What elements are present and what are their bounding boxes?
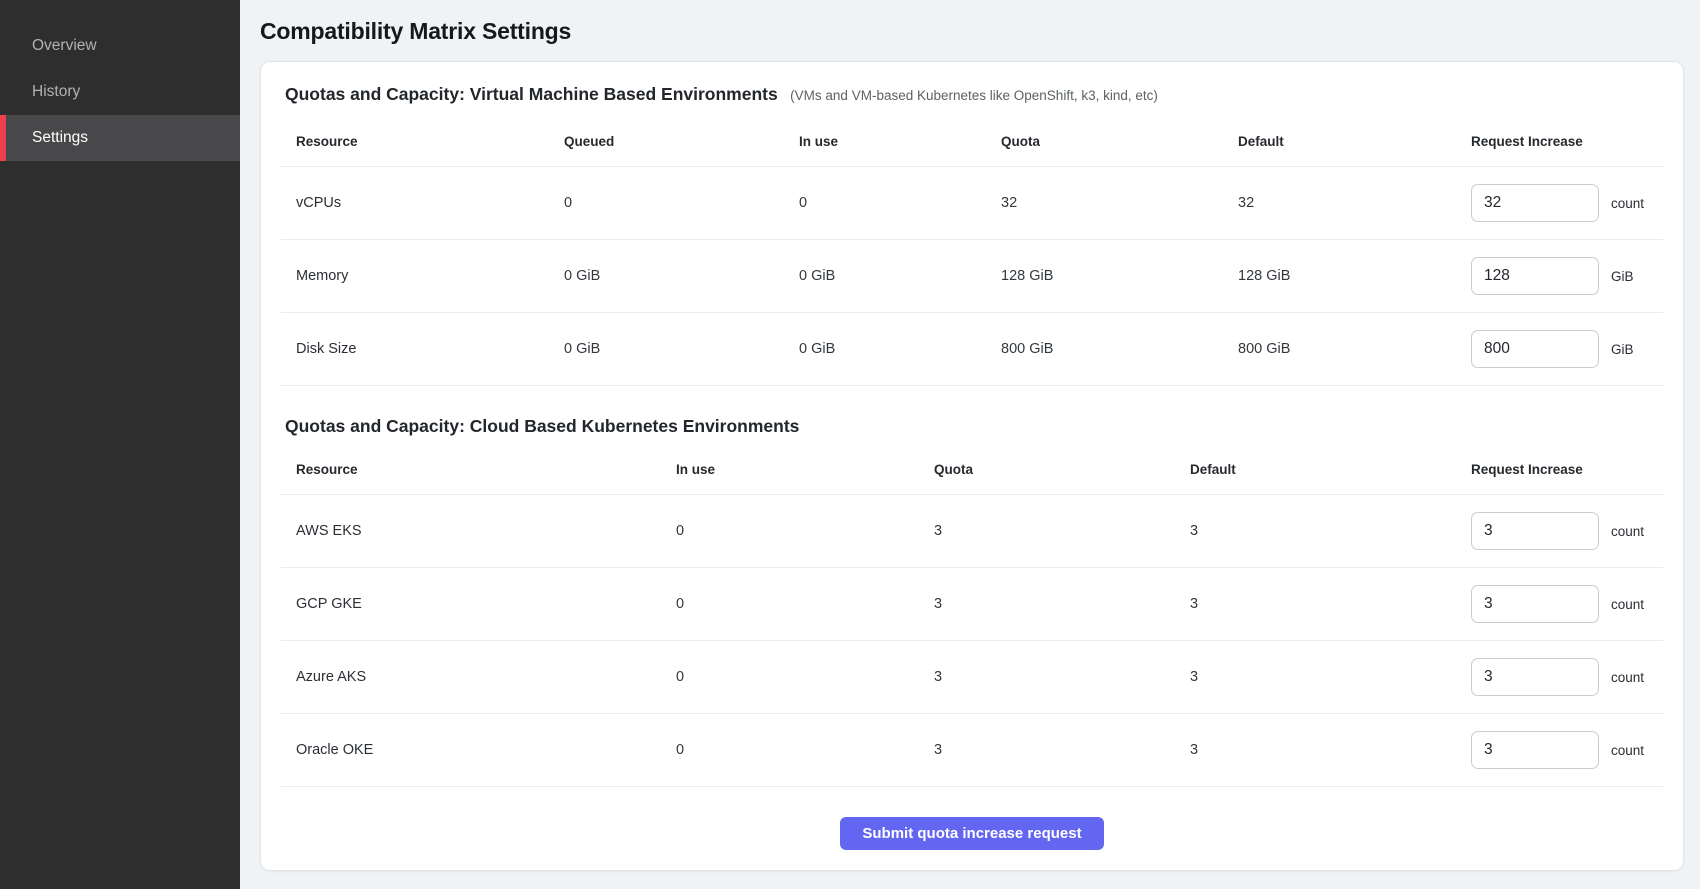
k8s-table-header-row: Resource In use Quota Default Request In… xyxy=(281,445,1663,495)
table-row-disk-size: Disk Size 0 GiB 0 GiB 800 GiB 800 GiB Gi… xyxy=(281,313,1663,386)
table-row-oracle-oke: Oracle OKE 0 3 3 count xyxy=(281,714,1663,787)
sidebar-nav: Overview History Settings xyxy=(0,0,240,161)
active-indicator xyxy=(0,115,6,161)
sidebar: Overview History Settings xyxy=(0,0,240,889)
main-content: Compatibility Matrix Settings Quotas and… xyxy=(240,0,1700,871)
aws-eks-request-input[interactable] xyxy=(1471,512,1599,550)
memory-request-input[interactable] xyxy=(1471,257,1599,295)
column-header-default: Default xyxy=(1190,462,1471,477)
k8s-section-header: Quotas and Capacity: Cloud Based Kuberne… xyxy=(261,386,1683,445)
table-row-gcp-gke: GCP GKE 0 3 3 count xyxy=(281,568,1663,641)
quota-value: 3 xyxy=(934,596,1190,612)
default-value: 3 xyxy=(1190,523,1471,539)
column-header-in-use: In use xyxy=(676,462,934,477)
default-value: 3 xyxy=(1190,669,1471,685)
queued-value: 0 xyxy=(564,195,799,211)
queued-value: 0 GiB xyxy=(564,268,799,284)
unit-label: count xyxy=(1611,743,1644,758)
resource-name: Oracle OKE xyxy=(296,742,676,758)
resource-name: vCPUs xyxy=(296,195,564,211)
table-row-memory: Memory 0 GiB 0 GiB 128 GiB 128 GiB GiB xyxy=(281,240,1663,313)
column-header-default: Default xyxy=(1238,134,1471,149)
sidebar-item-overview[interactable]: Overview xyxy=(0,23,240,69)
sidebar-item-history[interactable]: History xyxy=(0,69,240,115)
sidebar-item-label: History xyxy=(32,83,80,101)
azure-aks-request-input[interactable] xyxy=(1471,658,1599,696)
gcp-gke-request-input[interactable] xyxy=(1471,585,1599,623)
quota-value: 3 xyxy=(934,523,1190,539)
oracle-oke-request-input[interactable] xyxy=(1471,731,1599,769)
column-header-resource: Resource xyxy=(296,134,564,149)
resource-name: GCP GKE xyxy=(296,596,676,612)
vm-section-header: Quotas and Capacity: Virtual Machine Bas… xyxy=(261,62,1683,117)
quota-value: 800 GiB xyxy=(1001,341,1238,357)
unit-label: count xyxy=(1611,524,1644,539)
in-use-value: 0 xyxy=(676,742,934,758)
default-value: 800 GiB xyxy=(1238,341,1471,357)
sidebar-item-label: Overview xyxy=(32,37,97,55)
default-value: 3 xyxy=(1190,742,1471,758)
resource-name: Azure AKS xyxy=(296,669,676,685)
quota-value: 3 xyxy=(934,669,1190,685)
column-header-in-use: In use xyxy=(799,134,1001,149)
unit-label: count xyxy=(1611,196,1644,211)
disk-size-request-input[interactable] xyxy=(1471,330,1599,368)
table-row-aws-eks: AWS EKS 0 3 3 count xyxy=(281,495,1663,568)
vcpus-request-input[interactable] xyxy=(1471,184,1599,222)
resource-name: AWS EKS xyxy=(296,523,676,539)
vm-table-header-row: Resource Queued In use Quota Default Req… xyxy=(281,117,1663,167)
column-header-quota: Quota xyxy=(934,462,1190,477)
default-value: 3 xyxy=(1190,596,1471,612)
table-row-azure-aks: Azure AKS 0 3 3 count xyxy=(281,641,1663,714)
default-value: 32 xyxy=(1238,195,1471,211)
resource-name: Disk Size xyxy=(296,341,564,357)
in-use-value: 0 xyxy=(676,596,934,612)
resource-name: Memory xyxy=(296,268,564,284)
queued-value: 0 GiB xyxy=(564,341,799,357)
card-footer: Submit quota increase request xyxy=(261,787,1683,854)
sidebar-item-label: Settings xyxy=(32,129,88,147)
column-header-request-increase: Request Increase xyxy=(1471,134,1663,149)
quota-value: 3 xyxy=(934,742,1190,758)
column-header-resource: Resource xyxy=(296,462,676,477)
in-use-value: 0 GiB xyxy=(799,341,1001,357)
column-header-quota: Quota xyxy=(1001,134,1238,149)
in-use-value: 0 GiB xyxy=(799,268,1001,284)
submit-quota-button[interactable]: Submit quota increase request xyxy=(840,817,1103,850)
column-header-request-increase: Request Increase xyxy=(1471,462,1663,477)
vm-quota-table: Resource Queued In use Quota Default Req… xyxy=(281,117,1663,386)
k8s-section-title: Quotas and Capacity: Cloud Based Kuberne… xyxy=(285,416,799,436)
sidebar-item-settings[interactable]: Settings xyxy=(0,115,240,161)
vm-section-title: Quotas and Capacity: Virtual Machine Bas… xyxy=(285,84,778,104)
table-row-vcpus: vCPUs 0 0 32 32 count xyxy=(281,167,1663,240)
in-use-value: 0 xyxy=(676,669,934,685)
vm-section-subtitle: (VMs and VM-based Kubernetes like OpenSh… xyxy=(790,88,1158,103)
in-use-value: 0 xyxy=(799,195,1001,211)
settings-card: Quotas and Capacity: Virtual Machine Bas… xyxy=(260,61,1684,871)
quota-value: 128 GiB xyxy=(1001,268,1238,284)
quota-value: 32 xyxy=(1001,195,1238,211)
unit-label: count xyxy=(1611,597,1644,612)
in-use-value: 0 xyxy=(676,523,934,539)
unit-label: GiB xyxy=(1611,269,1634,284)
page-title: Compatibility Matrix Settings xyxy=(260,18,1684,45)
column-header-queued: Queued xyxy=(564,134,799,149)
unit-label: count xyxy=(1611,670,1644,685)
default-value: 128 GiB xyxy=(1238,268,1471,284)
unit-label: GiB xyxy=(1611,342,1634,357)
k8s-quota-table: Resource In use Quota Default Request In… xyxy=(281,445,1663,787)
